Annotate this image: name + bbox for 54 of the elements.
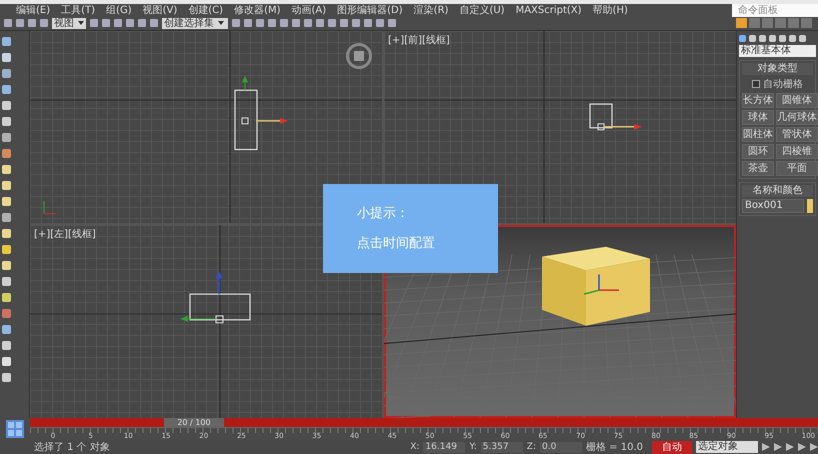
menu-item[interactable]: 创建(C) — [188, 4, 224, 17]
autogrid-checkbox[interactable] — [752, 80, 760, 88]
menu-item[interactable]: 渲染(R) — [414, 4, 448, 17]
menu-item[interactable]: 视图(V) — [142, 4, 178, 17]
view-dropdown[interactable]: 视图 — [52, 18, 86, 29]
panel-tab-icon[interactable] — [736, 18, 747, 28]
menu-item[interactable]: MAXScript(X) — [516, 4, 582, 17]
viewport[interactable] — [30, 30, 382, 224]
category-dropdown[interactable]: 标准基本体 — [739, 44, 816, 57]
primitive-button[interactable]: 圆柱体 — [742, 126, 774, 142]
primitive-button[interactable]: 管状体 — [776, 126, 818, 142]
grid-size-text: 栅格 = 10.0 — [586, 440, 644, 454]
time-slider[interactable]: 20 / 100 — [164, 418, 224, 427]
caret-icon — [218, 21, 224, 26]
viewport[interactable] — [384, 225, 736, 418]
command-panel-title: 命令面板 — [732, 4, 818, 17]
color-swatch[interactable] — [807, 198, 813, 213]
selection-set-dropdown[interactable]: 创建选择集 — [162, 18, 228, 29]
primitive-button[interactable]: 平面 — [776, 160, 818, 176]
primitive-button[interactable]: 长方体 — [742, 92, 774, 108]
rollout-title[interactable]: 名称和颜色 — [742, 184, 813, 197]
axis-tripod-icon — [44, 200, 56, 214]
checkbox-label: 自动栅格 — [763, 78, 803, 91]
menu-item[interactable]: 图形编辑器(D) — [337, 4, 403, 17]
y-field[interactable]: 5.357 — [480, 442, 523, 452]
primitive-button[interactable]: 几何球体 — [776, 110, 818, 125]
box-wireframe-drawing — [589, 103, 642, 130]
caret-icon — [78, 21, 84, 26]
status-message: 选择了 1 个 对象 — [34, 440, 110, 454]
rollout-title[interactable]: 对象类型 — [742, 62, 813, 75]
name-field[interactable]: Box001 — [742, 198, 804, 213]
primitive-button[interactable]: 茶壶 — [742, 160, 774, 176]
primitive-button[interactable]: 圆环 — [742, 144, 774, 159]
coordinate-label: Z: — [526, 442, 536, 452]
menu-item[interactable]: 工具(T) — [61, 4, 96, 17]
auto-key-button[interactable]: 自动 — [652, 440, 692, 454]
menu-item[interactable]: 动画(A) — [292, 4, 326, 17]
menu-item[interactable]: 修改器(M) — [234, 4, 280, 17]
menu-item[interactable]: 帮助(H) — [592, 4, 628, 17]
z-field[interactable]: 0.0 — [540, 442, 582, 452]
menu-item[interactable]: 自定义(U) — [459, 4, 505, 17]
coordinate-label: Y: — [469, 442, 477, 452]
viewport-label[interactable]: [+][左][线框] — [34, 227, 96, 242]
coordinate-label: X: — [410, 442, 420, 452]
stop-icon[interactable] — [346, 42, 372, 69]
key-filter-dropdown[interactable]: 选定对象 — [696, 441, 758, 453]
primitive-button[interactable]: 四棱锥 — [776, 144, 818, 159]
primitive-button[interactable]: 球体 — [742, 110, 774, 125]
box-wireframe-drawing — [180, 270, 251, 324]
menu-item[interactable]: 编辑(E) — [16, 4, 50, 17]
viewport-label[interactable]: [+][前][线框] — [388, 32, 450, 47]
primitive-button[interactable]: 圆锥体 — [776, 92, 818, 108]
menu-item[interactable]: 组(G) — [106, 4, 132, 17]
x-field[interactable]: 16.149 — [423, 442, 466, 452]
